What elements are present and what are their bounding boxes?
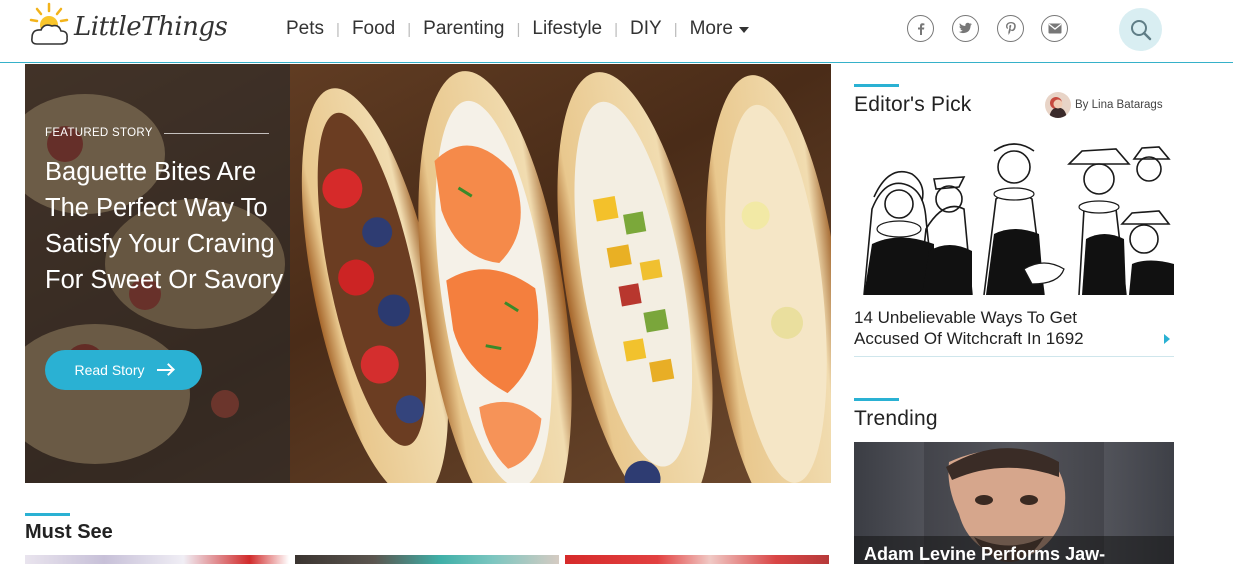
must-see-thumbnail[interactable]: [25, 555, 289, 564]
logo-text: LittleThings: [74, 12, 228, 42]
author-name: By Lina Batarags: [1075, 99, 1163, 111]
twitter-icon[interactable]: [952, 15, 979, 42]
nav-separator: |: [673, 20, 678, 38]
must-see-heading: Must See: [25, 521, 113, 543]
nav-item-pets[interactable]: Pets: [286, 18, 324, 40]
nav-item-lifestyle[interactable]: Lifestyle: [532, 18, 602, 40]
must-see-thumbnail[interactable]: [295, 555, 559, 564]
author-byline[interactable]: By Lina Batarags: [1045, 92, 1163, 118]
avatar: [1045, 92, 1071, 118]
trending-caption-bar[interactable]: Adam Levine Performs Jaw-: [854, 536, 1174, 564]
arrow-right-icon: [156, 369, 173, 371]
trending-heading: Trending: [854, 407, 938, 430]
featured-story-title[interactable]: Baguette Bites Are The Perfect Way To Sa…: [45, 154, 285, 298]
divider: [854, 356, 1174, 357]
email-icon[interactable]: [1041, 15, 1068, 42]
facebook-icon[interactable]: [907, 15, 934, 42]
editors-pick-headline[interactable]: 14 Unbelievable Ways To Get Accused Of W…: [854, 307, 1144, 349]
nav-separator: |: [614, 20, 619, 38]
featured-story[interactable]: FEATURED STORY Baguette Bites Are The Pe…: [25, 64, 831, 483]
pinterest-icon[interactable]: [997, 15, 1024, 42]
section-accent-line: [854, 398, 899, 401]
caret-right-icon[interactable]: [1164, 334, 1170, 344]
trending-headline: Adam Levine Performs Jaw-: [864, 544, 1106, 564]
chevron-down-icon: [738, 27, 749, 33]
section-accent-line: [25, 513, 70, 516]
search-icon: [1130, 19, 1151, 40]
divider: [164, 133, 269, 134]
nav-item-diy[interactable]: DIY: [630, 18, 662, 40]
read-story-button[interactable]: Read Story: [45, 350, 202, 390]
editors-pick-heading: Editor's Pick: [854, 93, 972, 116]
read-story-label: Read Story: [74, 362, 145, 378]
site-header: LittleThings Pets | Food | Parenting | L…: [0, 0, 1233, 63]
nav-item-parenting[interactable]: Parenting: [423, 18, 504, 40]
featured-story-label: FEATURED STORY: [45, 127, 153, 139]
main-nav: Pets | Food | Parenting | Lifestyle | DI…: [286, 17, 749, 41]
search-button[interactable]: [1119, 8, 1162, 51]
nav-more-dropdown[interactable]: More: [690, 18, 749, 40]
nav-item-food[interactable]: Food: [352, 18, 395, 40]
nav-separator: |: [336, 20, 340, 38]
editors-pick-image[interactable]: [854, 139, 1174, 295]
nav-separator: |: [407, 20, 412, 38]
nav-more-label: More: [689, 18, 733, 39]
site-logo[interactable]: LittleThings: [28, 2, 228, 57]
nav-separator: |: [516, 20, 521, 38]
section-accent-line: [854, 84, 899, 87]
must-see-thumbnail[interactable]: [565, 555, 829, 564]
